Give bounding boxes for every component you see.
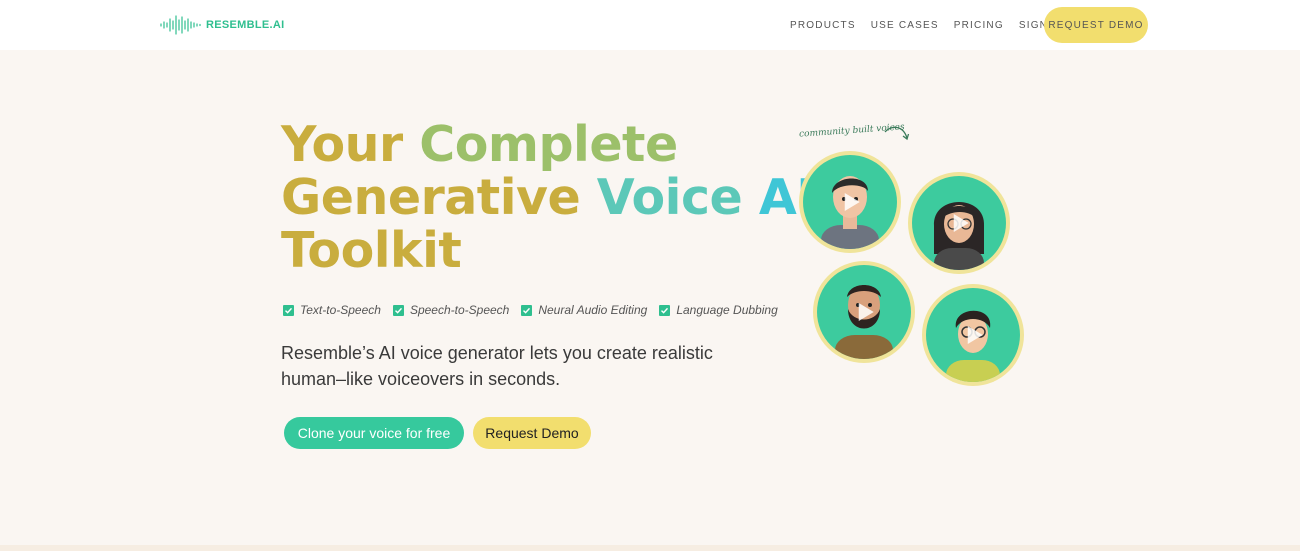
title-word: Your xyxy=(281,116,403,173)
feature-item: Language Dubbing xyxy=(659,303,778,317)
voice-avatar[interactable] xyxy=(908,172,1010,274)
nav-products[interactable]: PRODUCTS xyxy=(790,20,856,31)
nav-use-cases[interactable]: USE CASES xyxy=(871,20,939,31)
play-icon xyxy=(953,214,969,232)
logo-text: RESEMBLE.AI xyxy=(206,19,285,31)
check-icon xyxy=(521,304,533,316)
avatar-image xyxy=(803,155,897,249)
feature-label: Speech-to-Speech xyxy=(409,303,510,317)
check-icon xyxy=(659,304,671,316)
title-line-3: Toolkit xyxy=(281,224,814,277)
nav-links: PRODUCTS USE CASES PRICING SIGN IN xyxy=(790,0,1079,50)
voice-avatar[interactable] xyxy=(813,261,915,363)
voice-avatar[interactable] xyxy=(799,151,901,253)
section-divider xyxy=(0,545,1300,551)
feature-item: Text-to-Speech xyxy=(283,303,381,317)
check-icon xyxy=(283,304,294,316)
nav-pricing[interactable]: PRICING xyxy=(954,20,1004,31)
waveform-logo-icon xyxy=(160,15,202,35)
hero-subtitle: Resemble’s AI voice generator lets you c… xyxy=(281,343,713,389)
feature-item: Speech-to-Speech xyxy=(392,303,510,317)
curved-arrow-icon xyxy=(883,124,911,149)
play-icon xyxy=(844,193,860,211)
feature-item: Neural Audio Editing xyxy=(521,303,647,317)
brand-logo[interactable]: RESEMBLE.AI xyxy=(160,15,284,35)
voice-avatar[interactable] xyxy=(922,284,1024,386)
play-icon xyxy=(967,326,983,344)
feature-label: Language Dubbing xyxy=(676,303,778,317)
title-word: Complete xyxy=(419,116,678,173)
clone-voice-button[interactable]: Clone your voice for free xyxy=(284,417,464,449)
play-icon xyxy=(858,303,874,321)
check-icon xyxy=(392,304,404,316)
avatar-image xyxy=(926,288,1020,382)
hero-title: Your Complete Generative Voice AI Toolki… xyxy=(281,118,814,277)
title-word: Toolkit xyxy=(281,222,462,279)
nav-request-demo-button[interactable]: REQUEST DEMO xyxy=(1044,7,1148,43)
avatar-image xyxy=(912,176,1006,270)
title-line-2: Generative Voice AI xyxy=(281,171,814,224)
title-word: Voice xyxy=(596,169,743,226)
request-demo-button[interactable]: Request Demo xyxy=(473,417,591,449)
title-line-1: Your Complete xyxy=(281,118,814,171)
feature-list: Text-to-Speech Speech-to-Speech Neural A… xyxy=(283,303,790,317)
feature-label: Neural Audio Editing xyxy=(538,303,648,317)
feature-label: Text-to-Speech xyxy=(300,303,381,317)
top-navbar: RESEMBLE.AI PRODUCTS USE CASES PRICING S… xyxy=(0,0,1300,50)
avatar-image xyxy=(817,265,911,359)
title-word: Generative xyxy=(281,169,581,226)
